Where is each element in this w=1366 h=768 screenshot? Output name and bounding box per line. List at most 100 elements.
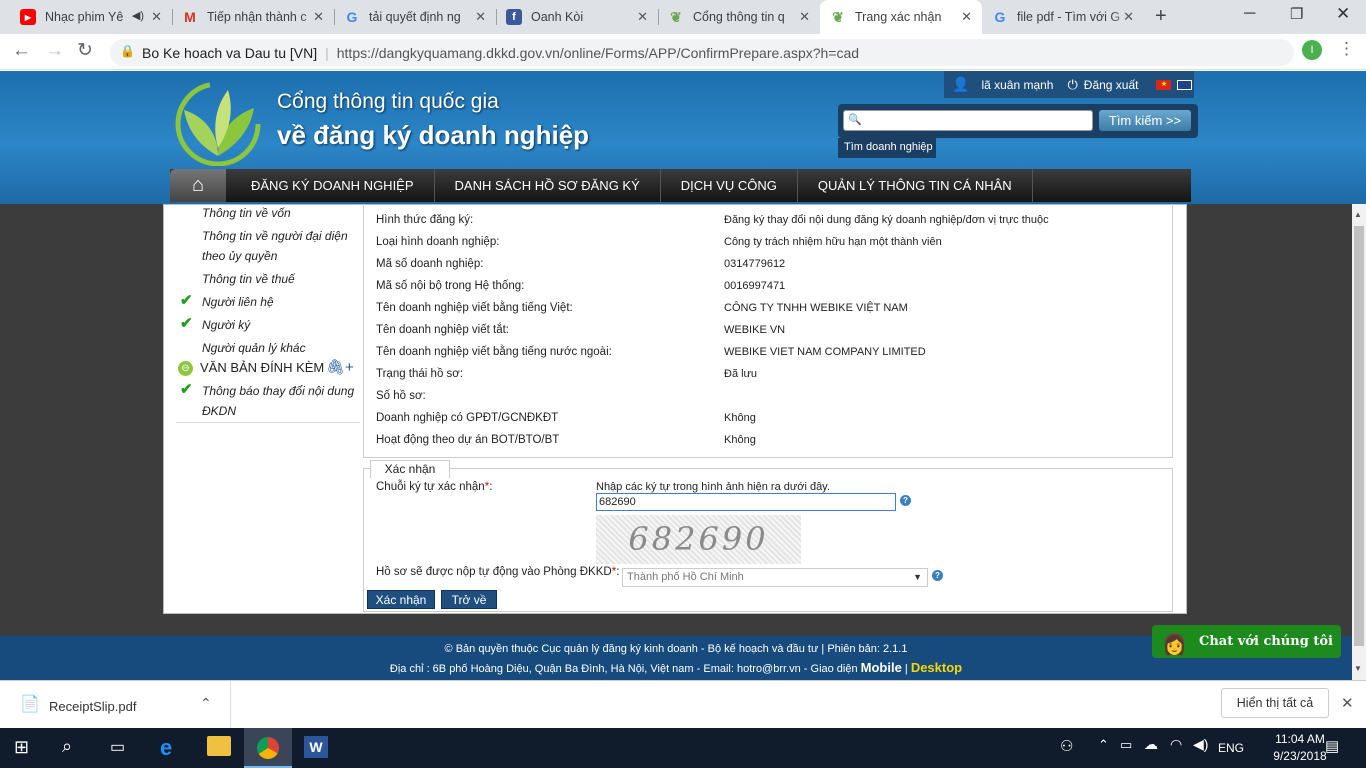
windows-start-icon[interactable]: ⊞ <box>14 737 29 758</box>
tab-facebook[interactable]: f Oanh Kòi ✕ <box>496 0 659 34</box>
close-icon[interactable]: ✕ <box>637 9 648 25</box>
logout-link[interactable]: Đăng xuất <box>1084 78 1139 92</box>
attach-add-icon[interactable]: 🖇+ <box>326 358 354 376</box>
captcha-input[interactable]: 682690 <box>596 493 896 511</box>
tab-cong-thong-tin[interactable]: ❦ Cổng thông tin q ✕ <box>658 0 820 34</box>
info-label: Tên doanh nghiệp viết tắt: <box>376 324 509 336</box>
footer-address: Địa chỉ : 6B phố Hoàng Diệu, Quận Ba Đìn… <box>0 660 1352 675</box>
close-icon[interactable]: ✕ <box>475 9 486 25</box>
search-input[interactable]: 🔍 <box>843 110 1093 131</box>
info-value: 0314779612 <box>724 258 786 270</box>
wifi-icon[interactable]: ◠ <box>1170 736 1182 753</box>
scrollbar-thumb[interactable] <box>1354 226 1364 646</box>
power-icon[interactable]: ⏻ <box>1067 77 1077 93</box>
sidebar-attachment-thong-bao[interactable]: Thông báo thay đổi nội dung <box>202 381 354 401</box>
edge-icon[interactable]: e <box>160 735 172 761</box>
chevron-up-icon[interactable]: ⌃ <box>200 695 212 712</box>
close-icon[interactable]: ✕ <box>961 9 972 25</box>
sidebar-item-nguoi-quan-ly-khac[interactable]: Người quản lý khác <box>202 338 306 358</box>
reload-icon[interactable]: ↻ <box>77 39 93 62</box>
close-icon[interactable]: ✕ <box>313 9 324 25</box>
user-name[interactable]: lã xuân mạnh <box>981 78 1053 92</box>
site-leaf-icon: ❦ <box>832 8 844 25</box>
support-agent-icon: 👩 <box>1162 632 1187 656</box>
collapse-icon[interactable]: ⊖ <box>178 361 193 376</box>
confirm-button[interactable]: Xác nhận <box>367 590 435 609</box>
sidebar-item-von[interactable]: Thông tin về vốn <box>202 203 291 223</box>
back-button[interactable]: Trở về <box>441 590 497 609</box>
clock-time[interactable]: 11:04 AM <box>1272 732 1328 746</box>
info-label: Hình thức đăng ký: <box>376 214 474 226</box>
sidebar-attachment-thong-bao-cont[interactable]: ĐKDN <box>202 401 236 421</box>
search-button[interactable]: Tìm kiếm >> <box>1099 110 1191 131</box>
menu-kebab-icon[interactable]: ⋮ <box>1338 39 1355 59</box>
nav-dich-vu-cong[interactable]: DỊCH VỤ CÔNG <box>661 169 798 202</box>
uk-flag-icon[interactable] <box>1177 79 1193 90</box>
download-filename[interactable]: ReceiptSlip.pdf <box>49 699 136 714</box>
close-downloads-icon[interactable]: ✕ <box>1341 694 1354 712</box>
sidebar-item-nguoi-lien-he[interactable]: Người liên hệ <box>202 292 274 312</box>
search-icon[interactable]: ⌕ <box>62 736 72 757</box>
gmail-icon: M <box>184 9 196 25</box>
nav-danh-sach-ho-so[interactable]: DANH SÁCH HỒ SƠ ĐĂNG KÝ <box>435 169 661 202</box>
task-view-icon[interactable]: ▭ <box>110 737 125 757</box>
sidebar-item-thue[interactable]: Thông tin về thuế <box>202 269 295 289</box>
office-select-value: Thành phố Hồ Chí Minh <box>627 571 744 583</box>
speaker-icon[interactable]: ◀) <box>132 9 144 22</box>
notification-icon[interactable]: ▤ <box>1325 737 1339 755</box>
mobile-link[interactable]: Mobile <box>861 660 902 675</box>
scroll-up-arrow-icon[interactable]: ▲ <box>1354 210 1362 219</box>
help-icon[interactable]: ? <box>932 570 943 581</box>
tab-gmail[interactable]: M Tiếp nhận thành c ✕ <box>172 0 335 34</box>
file-explorer-icon[interactable] <box>207 736 231 756</box>
search-company-tab[interactable]: Tìm doanh nghiệp <box>838 138 936 158</box>
pdf-file-icon: 📄 <box>20 696 40 713</box>
tab-file-pdf[interactable]: G file pdf - Tìm với G ✕ <box>982 0 1144 34</box>
tab-trang-xac-nhan[interactable]: ❦ Trang xác nhận ✕ <box>820 0 982 34</box>
new-tab-plus-icon[interactable]: + <box>1155 5 1167 28</box>
site-leaf-icon: ❦ <box>670 8 682 25</box>
check-icon: ✔ <box>180 381 193 398</box>
close-icon[interactable]: ✕ <box>151 9 162 25</box>
tab-title: tải quyết định ng <box>369 10 461 24</box>
scroll-down-arrow-icon[interactable]: ▼ <box>1354 664 1362 673</box>
chevron-up-icon[interactable]: ⌃ <box>1098 737 1109 753</box>
desktop-link[interactable]: Desktop <box>911 660 962 675</box>
chrome-taskbar-item[interactable] <box>244 728 292 768</box>
home-icon[interactable]: ⌂ <box>170 169 226 202</box>
people-icon[interactable]: ⚇ <box>1060 737 1073 755</box>
close-icon[interactable]: ✕ <box>799 9 810 25</box>
volume-icon[interactable]: ◀) <box>1193 736 1208 753</box>
main-nav: ⌂ ĐĂNG KÝ DOANH NGHIỆP DANH SÁCH HỒ SƠ Đ… <box>170 169 1191 202</box>
minimize-icon[interactable]: ─ <box>1244 5 1255 23</box>
onedrive-icon[interactable]: ☁ <box>1144 736 1158 753</box>
vietnam-flag-icon[interactable]: ★ <box>1156 79 1172 90</box>
info-value: 0016997471 <box>724 280 786 292</box>
chat-button[interactable]: 👩 Chat với chúng tôi <box>1152 625 1341 658</box>
address-bar[interactable]: 🔒 Bo Ke hoach va Dau tu [VN] | https://d… <box>110 39 1294 66</box>
sidebar-item-nguoi-dai-dien[interactable]: Thông tin về người đại diện <box>202 226 348 246</box>
office-select[interactable]: Thành phố Hồ Chí Minh ▼ <box>622 568 928 587</box>
tab-youtube[interactable]: ▶ Nhạc phim Yê ◀) ✕ <box>10 0 173 34</box>
profile-avatar[interactable]: I <box>1302 40 1322 60</box>
nav-dang-ky-doanh-nghiep[interactable]: ĐĂNG KÝ DOANH NGHIỆP <box>226 169 435 202</box>
footer-email-link[interactable]: hotro@brr.vn <box>737 663 801 675</box>
help-icon[interactable]: ? <box>900 495 911 506</box>
word-icon[interactable]: W <box>304 736 328 758</box>
sidebar-item-nguoi-dai-dien-cont[interactable]: theo ủy quyền <box>202 246 277 266</box>
forward-arrow-icon[interactable]: → <box>45 40 64 62</box>
check-icon: ✔ <box>180 315 193 332</box>
clock-date[interactable]: 9/23/2018 <box>1269 749 1331 763</box>
language-indicator[interactable]: ENG <box>1218 741 1244 755</box>
battery-icon[interactable]: ▭ <box>1120 737 1132 753</box>
show-all-downloads-button[interactable]: Hiển thị tất cả <box>1221 688 1329 718</box>
youtube-icon: ▶ <box>20 9 36 25</box>
sidebar-item-nguoi-ky[interactable]: Người ký <box>202 315 250 335</box>
close-icon[interactable]: ✕ <box>1123 9 1134 25</box>
nav-quan-ly-thong-tin[interactable]: QUẢN LÝ THÔNG TIN CÁ NHÂN <box>798 169 1033 202</box>
tab-google-search[interactable]: G tải quyết định ng ✕ <box>334 0 497 34</box>
window-close-icon[interactable]: ✕ <box>1336 4 1350 24</box>
restore-icon[interactable]: ❐ <box>1290 5 1303 23</box>
back-arrow-icon[interactable]: ← <box>12 40 31 62</box>
info-value: Không <box>724 434 756 446</box>
